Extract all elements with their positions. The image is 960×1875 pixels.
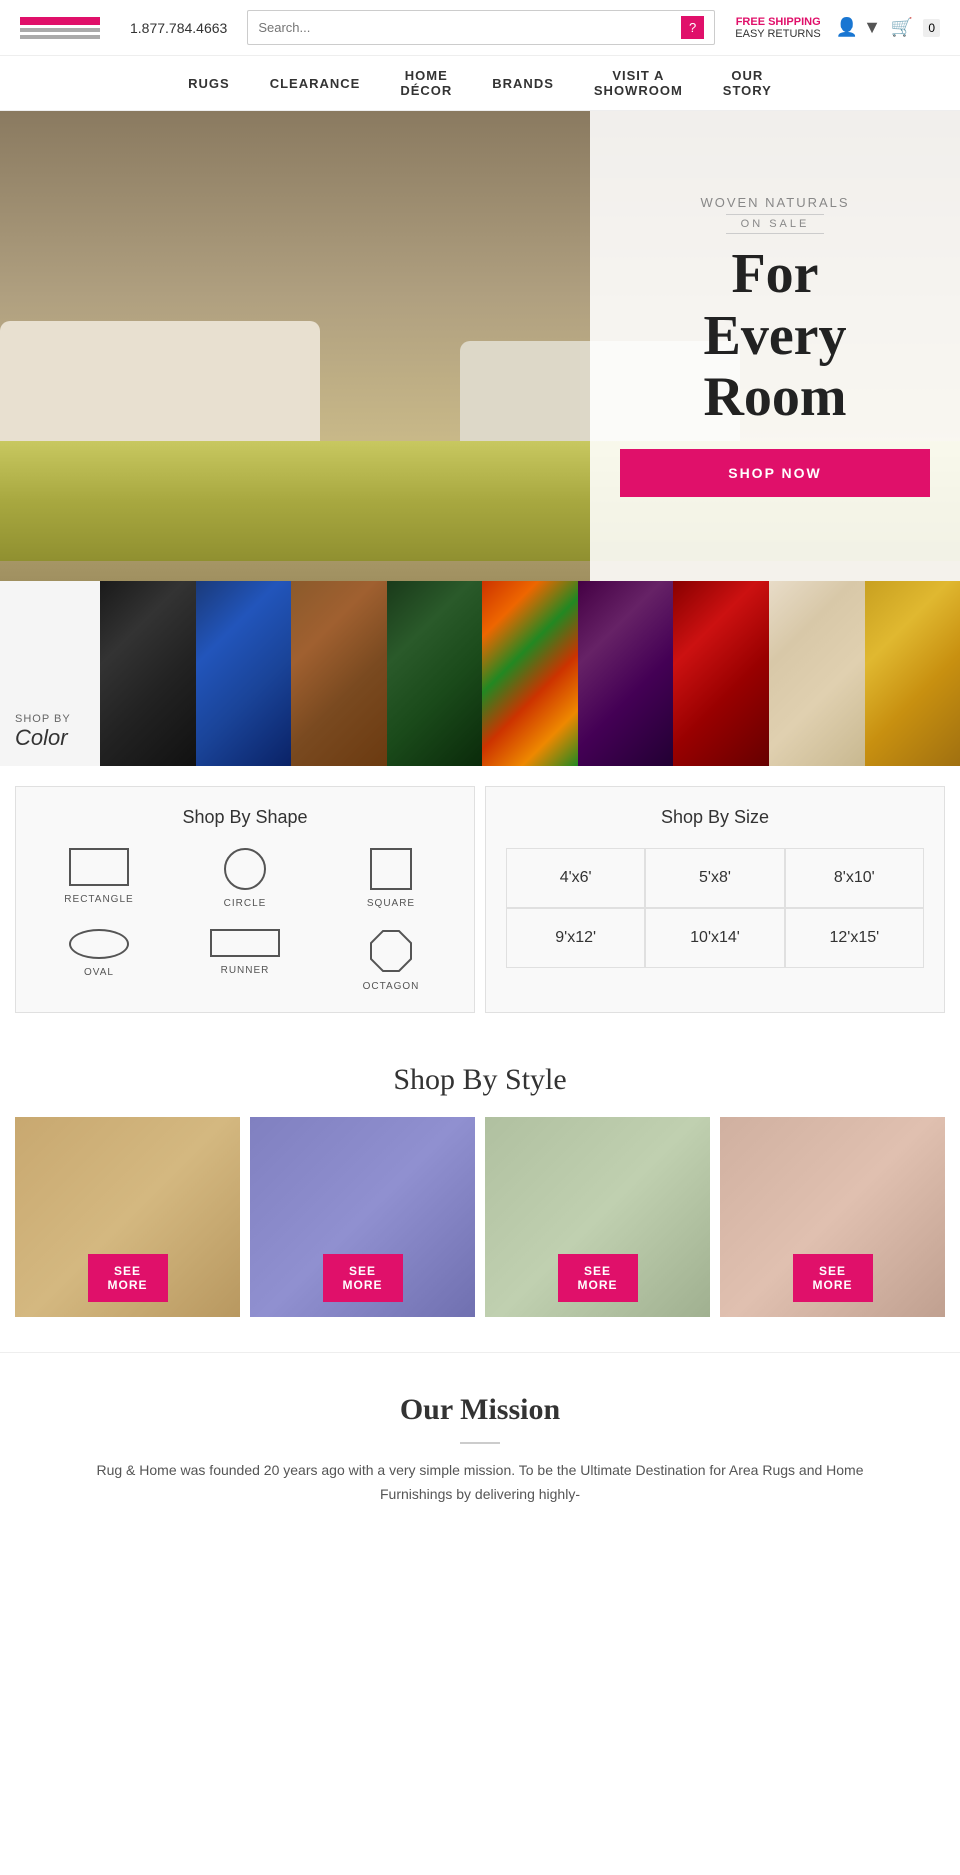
octagon-label: OCTAGON xyxy=(363,981,420,992)
runner-label: RUNNER xyxy=(221,965,270,976)
shop-size-title: Shop By Size xyxy=(506,807,924,828)
size-9x12[interactable]: 9'x12' xyxy=(506,908,645,968)
shape-grid: RECTANGLE CIRCLE SQUARE OVAL RUNNER xyxy=(36,848,454,992)
see-more-button-1[interactable]: SEEMORE xyxy=(88,1254,168,1302)
swatch-brown[interactable] xyxy=(291,581,387,766)
hero-section: Woven Naturals ON SALE For Every Room SH… xyxy=(0,111,960,581)
mission-section: Our Mission Rug & Home was founded 20 ye… xyxy=(0,1352,960,1537)
mission-title: Our Mission xyxy=(80,1393,880,1427)
search-bar: ? xyxy=(247,10,715,45)
rectangle-icon xyxy=(69,848,129,886)
style-card-4[interactable]: SEEMORE xyxy=(720,1117,945,1317)
nav-rugs[interactable]: RUGS xyxy=(188,76,230,91)
hero-title-line3: Room xyxy=(703,366,846,428)
user-icon[interactable]: 👤 ▼ xyxy=(836,17,881,38)
color-strip: SHOP BY Color xyxy=(0,581,960,766)
shop-by-shape: Shop By Shape RECTANGLE CIRCLE SQUARE OV… xyxy=(15,786,475,1013)
rectangle-label: RECTANGLE xyxy=(64,894,133,905)
swatch-gold[interactable] xyxy=(865,581,960,766)
nav-our-story[interactable]: OURSTORY xyxy=(723,68,772,98)
shop-by-style: Shop By Style SEEMORE SEEMORE SEEMORE SE… xyxy=(0,1033,960,1352)
square-icon xyxy=(370,848,412,890)
phone-number: 1.877.784.4663 xyxy=(130,20,227,36)
see-more-button-2[interactable]: SEEMORE xyxy=(323,1254,403,1302)
hero-on-sale: ON SALE xyxy=(726,214,825,234)
shop-shape-title: Shop By Shape xyxy=(36,807,454,828)
octagon-icon xyxy=(369,929,413,973)
cart-count: 0 xyxy=(923,19,940,37)
size-grid: 4'x6' 5'x8' 8'x10' 9'x12' 10'x14' 12'x15… xyxy=(506,848,924,968)
size-12x15[interactable]: 12'x15' xyxy=(785,908,924,968)
header-icons: 👤 ▼ 🛒 0 xyxy=(836,17,940,38)
logo-bar-bot xyxy=(20,35,100,39)
search-button[interactable]: ? xyxy=(681,16,704,39)
header: 1.877.784.4663 ? FREE SHIPPING EASY RETU… xyxy=(0,0,960,56)
logo-bar-top xyxy=(20,17,100,25)
swatch-black[interactable] xyxy=(100,581,196,766)
swatch-purple[interactable] xyxy=(578,581,674,766)
style-card-3[interactable]: SEEMORE xyxy=(485,1117,710,1317)
nav-home-decor[interactable]: HOMEDÉCOR xyxy=(400,68,452,98)
logo[interactable] xyxy=(20,17,100,39)
swatch-beige[interactable] xyxy=(769,581,865,766)
style-card-2[interactable]: SEEMORE xyxy=(250,1117,475,1317)
size-5x8[interactable]: 5'x8' xyxy=(645,848,784,908)
hero-title-line2: Every xyxy=(703,305,846,367)
nav-brands[interactable]: BRANDS xyxy=(492,76,554,91)
free-shipping-label: FREE SHIPPING xyxy=(736,16,821,28)
hero-title: For Every Room xyxy=(703,244,846,429)
shape-circle[interactable]: CIRCLE xyxy=(182,848,308,909)
shape-square[interactable]: SQUARE xyxy=(328,848,454,909)
shipping-info: FREE SHIPPING EASY RETURNS xyxy=(735,16,820,40)
swatch-dark-green[interactable] xyxy=(387,581,483,766)
swatch-multi[interactable] xyxy=(482,581,578,766)
color-swatches xyxy=(100,581,960,766)
style-grid: SEEMORE SEEMORE SEEMORE SEEMORE xyxy=(15,1117,945,1317)
square-label: SQUARE xyxy=(367,898,415,909)
shape-runner[interactable]: RUNNER xyxy=(182,929,308,992)
size-8x10[interactable]: 8'x10' xyxy=(785,848,924,908)
shop-sections: Shop By Shape RECTANGLE CIRCLE SQUARE OV… xyxy=(0,786,960,1013)
logo-bar-mid xyxy=(20,28,100,32)
shop-by-color-label: SHOP BY xyxy=(15,713,71,725)
size-10x14[interactable]: 10'x14' xyxy=(645,908,784,968)
search-input[interactable] xyxy=(258,20,681,35)
mission-text: Rug & Home was founded 20 years ago with… xyxy=(80,1459,880,1507)
swatch-red[interactable] xyxy=(673,581,769,766)
easy-returns-label: EASY RETURNS xyxy=(735,28,820,40)
shop-style-title: Shop By Style xyxy=(15,1063,945,1097)
see-more-button-4[interactable]: SEEMORE xyxy=(793,1254,873,1302)
hero-subtitle: Woven Naturals xyxy=(700,195,849,210)
size-4x6[interactable]: 4'x6' xyxy=(506,848,645,908)
oval-icon xyxy=(69,929,129,959)
color-strip-label: SHOP BY Color xyxy=(0,581,100,766)
color-strip-title: Color xyxy=(15,725,68,751)
shop-by-size: Shop By Size 4'x6' 5'x8' 8'x10' 9'x12' 1… xyxy=(485,786,945,1013)
swatch-blue[interactable] xyxy=(196,581,292,766)
shape-rectangle[interactable]: RECTANGLE xyxy=(36,848,162,909)
see-more-button-3[interactable]: SEEMORE xyxy=(558,1254,638,1302)
mission-divider xyxy=(460,1442,500,1444)
circle-label: CIRCLE xyxy=(224,898,267,909)
nav-clearance[interactable]: CLEARANCE xyxy=(270,76,361,91)
oval-label: OVAL xyxy=(84,967,114,978)
runner-icon xyxy=(210,929,280,957)
shop-now-button[interactable]: SHOP NOW xyxy=(620,449,930,497)
hero-title-line1: For xyxy=(731,243,818,305)
style-card-1[interactable]: SEEMORE xyxy=(15,1117,240,1317)
shape-oval[interactable]: OVAL xyxy=(36,929,162,992)
nav-showroom[interactable]: VISIT ASHOWROOM xyxy=(594,68,683,98)
main-nav: RUGS CLEARANCE HOMEDÉCOR BRANDS VISIT AS… xyxy=(0,56,960,111)
shape-octagon[interactable]: OCTAGON xyxy=(328,929,454,992)
hero-overlay: Woven Naturals ON SALE For Every Room SH… xyxy=(590,111,960,581)
cart-icon[interactable]: 🛒 xyxy=(891,17,913,38)
circle-icon xyxy=(224,848,266,890)
